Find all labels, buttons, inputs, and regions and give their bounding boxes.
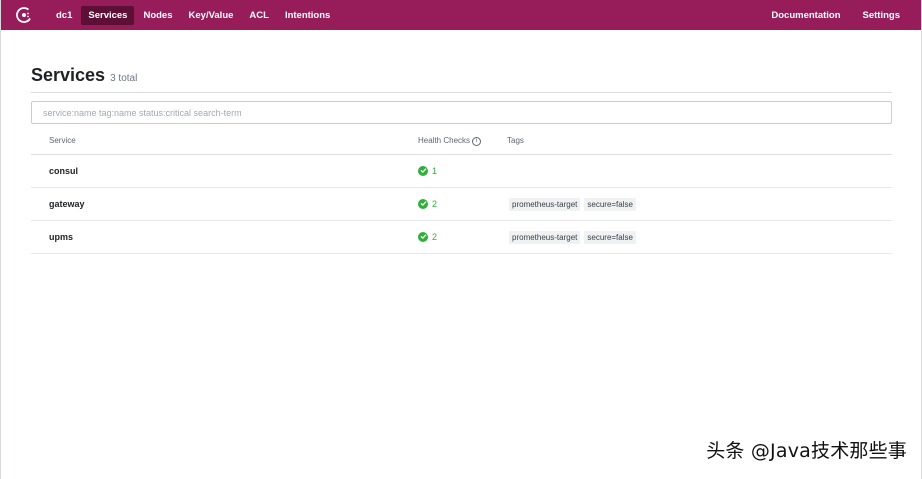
table-row[interactable]: upms 2 prometheus-target secure=false <box>31 220 892 254</box>
service-name-link[interactable]: consul <box>49 166 78 176</box>
nav-item-acl[interactable]: ACL <box>242 6 276 25</box>
table-row[interactable]: consul 1 <box>31 154 892 188</box>
services-table: Service Health Checks i Tags consul 1 ga… <box>31 136 892 254</box>
app-window: dc1 Services Nodes Key/Value ACL Intenti… <box>0 0 922 479</box>
tag-badge: prometheus-target <box>509 230 581 244</box>
check-circle-icon <box>418 198 428 209</box>
tag-badge: secure=false <box>584 230 636 244</box>
tag-list: prometheus-target secure=false <box>507 230 892 244</box>
service-name-link[interactable]: upms <box>49 232 73 242</box>
nav-item-documentation[interactable]: Documentation <box>764 6 847 25</box>
health-status: 1 <box>418 165 438 176</box>
service-count: 3 total <box>110 73 138 84</box>
health-passing-count: 2 <box>432 198 438 209</box>
tags-cell: prometheus-target secure=false <box>507 220 892 254</box>
tag-list: prometheus-target secure=false <box>507 197 892 211</box>
watermark-text: 头条 @Java技术那些事 <box>706 440 907 462</box>
column-header-service-label: Service <box>49 136 76 145</box>
column-header-service: Service <box>31 136 418 155</box>
tag-badge: prometheus-target <box>509 197 581 211</box>
consul-logo-icon[interactable] <box>15 6 33 24</box>
nav-item-key-value[interactable]: Key/Value <box>182 6 241 25</box>
nav-item-services[interactable]: Services <box>81 5 135 25</box>
tags-cell <box>507 154 892 188</box>
search-bar[interactable] <box>31 101 892 124</box>
nav-item-nodes[interactable]: Nodes <box>136 6 179 25</box>
health-cell: 1 <box>418 154 507 188</box>
column-header-tags-label: Tags <box>507 136 524 145</box>
health-status: 2 <box>418 198 438 209</box>
info-icon[interactable]: i <box>472 137 482 146</box>
health-passing-count: 2 <box>432 231 438 242</box>
top-navigation-bar: dc1 Services Nodes Key/Value ACL Intenti… <box>1 0 921 30</box>
page-header: Services 3 total <box>31 65 892 93</box>
health-cell: 2 <box>418 220 507 254</box>
secondary-nav: Documentation Settings <box>764 6 907 25</box>
primary-nav: dc1 Services Nodes Key/Value ACL Intenti… <box>49 5 337 25</box>
health-status: 2 <box>418 231 438 242</box>
service-name-link[interactable]: gateway <box>49 199 85 209</box>
datacenter-selector[interactable]: dc1 <box>49 6 79 25</box>
table-row[interactable]: gateway 2 prometheus-target secure=false <box>31 187 892 221</box>
tags-cell: prometheus-target secure=false <box>507 187 892 221</box>
service-cell: gateway <box>31 187 418 221</box>
column-header-health-checks: Health Checks i <box>418 136 507 155</box>
page-title: Services <box>31 65 106 85</box>
nav-item-intentions[interactable]: Intentions <box>278 6 337 25</box>
service-cell: upms <box>31 220 418 254</box>
table-header-row: Service Health Checks i Tags <box>31 136 892 155</box>
column-header-health-label: Health Checks <box>418 136 471 145</box>
service-cell: consul <box>31 154 418 188</box>
main-content: Services 3 total Service Health Checksi … <box>1 65 921 254</box>
check-circle-icon <box>418 165 428 176</box>
tag-badge: secure=false <box>584 197 636 211</box>
health-passing-count: 1 <box>432 165 438 176</box>
nav-item-settings[interactable]: Settings <box>856 6 907 25</box>
column-header-tags: Tags <box>507 136 892 155</box>
search-input[interactable] <box>43 107 880 118</box>
health-cell: 2 <box>418 187 507 221</box>
check-circle-icon <box>418 231 428 242</box>
